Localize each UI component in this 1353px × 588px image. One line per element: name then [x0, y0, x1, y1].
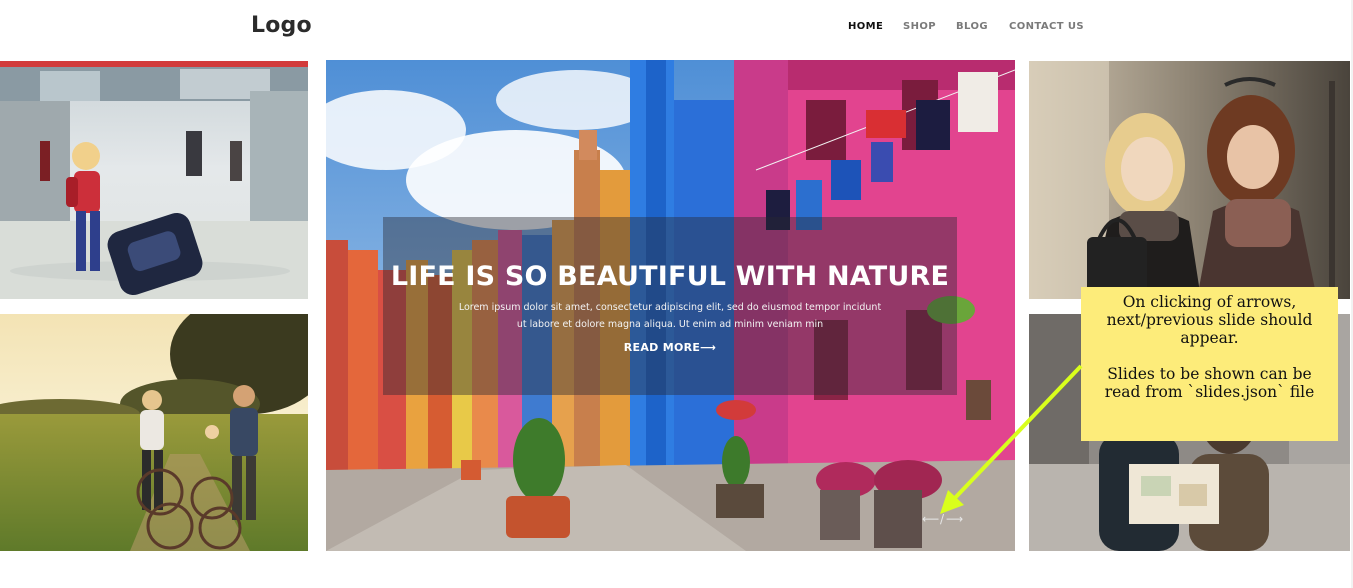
nav-blog[interactable]: BLOG [956, 21, 988, 35]
arrow-right-icon[interactable]: ⟶ [946, 512, 963, 526]
site-header: Logo HOME SHOP BLOG CONTACT US [0, 0, 1353, 58]
hero-slider: LIFE IS SO BEAUTIFUL WITH NATURE Lorem i… [326, 60, 1015, 551]
tile-two-women[interactable] [1029, 61, 1350, 299]
two-women-photo [1029, 61, 1350, 299]
nav-home[interactable]: HOME [848, 21, 883, 35]
nav-contact-us[interactable]: CONTACT US [1009, 21, 1084, 35]
tile-couple-bicycles[interactable] [0, 314, 308, 551]
tile-airport-child[interactable] [0, 61, 308, 299]
annotation-note: On clicking of arrows, next/previous sli… [1081, 287, 1338, 441]
arrow-left-icon[interactable]: ⟵ [922, 512, 939, 526]
nav-shop[interactable]: SHOP [903, 21, 936, 35]
slider-arrows: ⟵ / ⟶ [922, 512, 964, 526]
airport-child-photo [0, 61, 308, 299]
hero-description: Lorem ipsum dolor sit amet, consectetur … [458, 302, 882, 330]
hero-title: LIFE IS SO BEAUTIFUL WITH NATURE [390, 261, 950, 292]
arrow-separator: / [940, 512, 945, 526]
read-more-link[interactable]: READ MORE⟶ [383, 341, 957, 354]
hero-caption-box: LIFE IS SO BEAUTIFUL WITH NATURE Lorem i… [383, 217, 957, 395]
annotation-text: On clicking of arrows, next/previous sli… [1104, 293, 1315, 401]
couple-bicycles-field-photo [0, 314, 308, 551]
logo[interactable]: Logo [251, 13, 312, 38]
